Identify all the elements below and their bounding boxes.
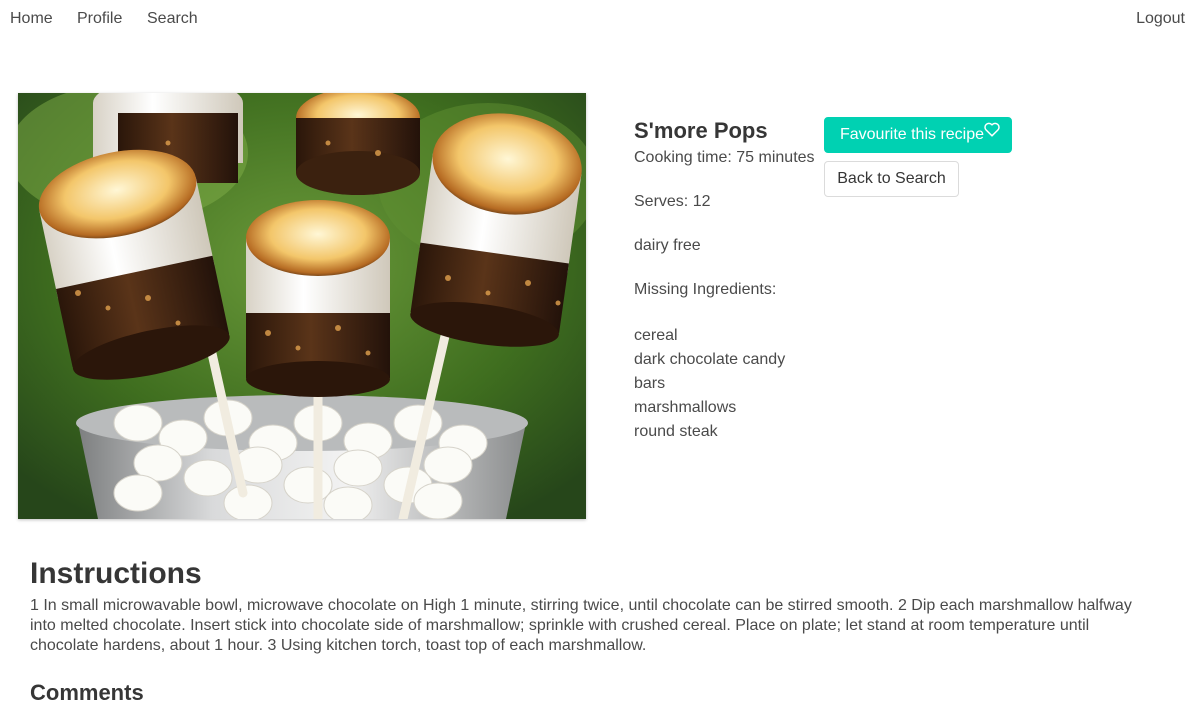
comments-heading: Comments xyxy=(30,680,144,705)
favourite-recipe-button[interactable]: Favourite this recipe xyxy=(824,117,1012,153)
list-item: cereal xyxy=(634,327,678,344)
recipe-photo xyxy=(18,93,586,519)
recipe-info-panel: S'more Pops Cooking time: 75 minutes Ser… xyxy=(634,116,820,444)
nav-home-link[interactable]: Home xyxy=(10,9,53,29)
list-item: dark chocolate candy bars xyxy=(634,351,786,392)
diet-label: dairy free xyxy=(634,237,701,254)
list-item: round steak xyxy=(634,423,718,440)
list-item: marshmallows xyxy=(634,399,737,416)
recipe-title: S'more Pops xyxy=(634,118,768,143)
instructions-text: 1 In small microwavable bowl, microwave … xyxy=(30,597,1132,654)
recipe-photo-illustration xyxy=(18,93,586,519)
nav-profile-link[interactable]: Profile xyxy=(77,9,122,29)
nav-logout-link[interactable]: Logout xyxy=(1136,9,1185,29)
missing-ingredients-label: Missing Ingredients: xyxy=(634,281,777,298)
instructions-heading: Instructions xyxy=(30,557,202,590)
nav-search-link[interactable]: Search xyxy=(147,9,198,29)
cooking-time: Cooking time: 75 minutes xyxy=(634,149,815,166)
favourite-button-label: Favourite this recipe xyxy=(839,126,985,143)
heart-outline-icon xyxy=(984,116,1000,150)
top-navbar: Home Profile Search Logout xyxy=(0,0,1187,40)
missing-ingredients-list: cereal dark chocolate candy bars marshma… xyxy=(634,324,820,444)
serves-count: Serves: 12 xyxy=(634,193,711,210)
back-to-search-button[interactable]: Back to Search xyxy=(824,161,959,197)
